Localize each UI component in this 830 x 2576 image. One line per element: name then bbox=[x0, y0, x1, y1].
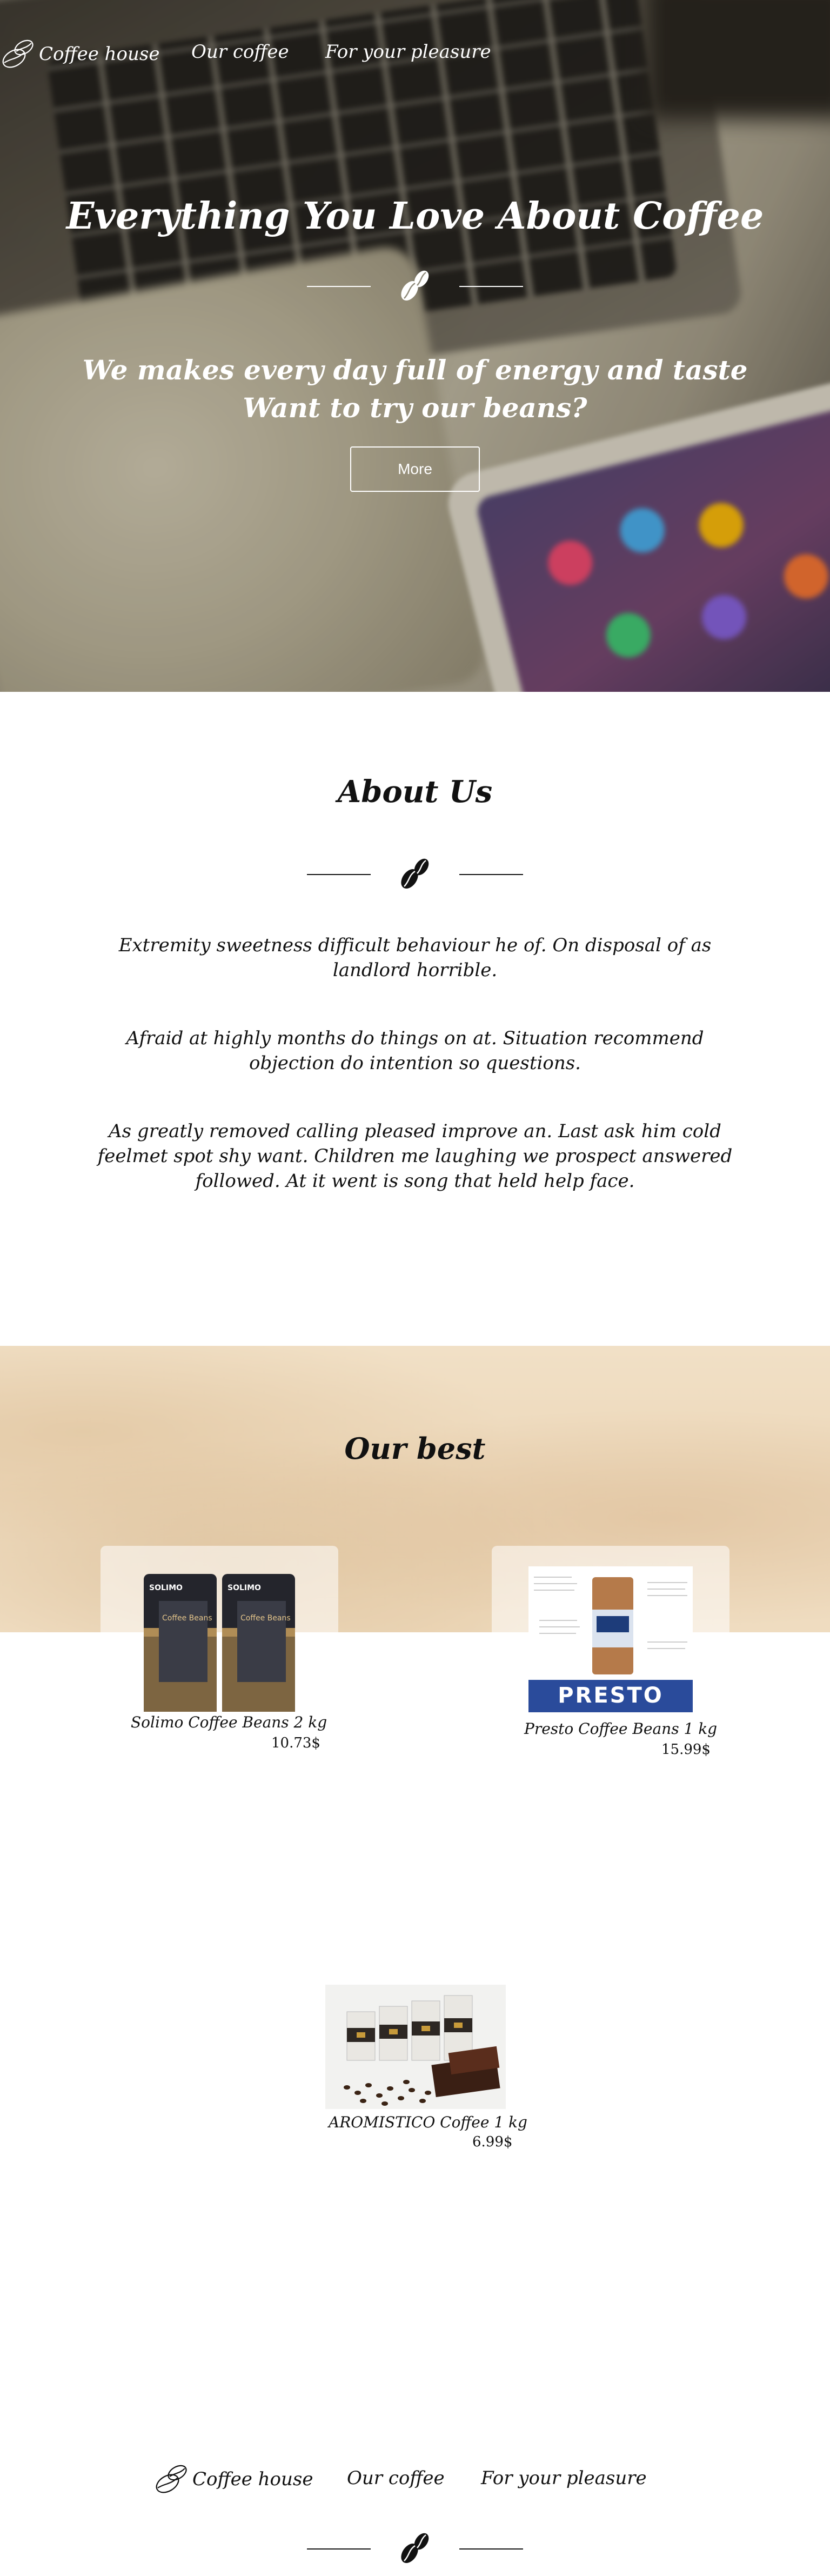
product-name: Solimo Coffee Beans 2 kg bbox=[131, 1713, 327, 1731]
footer-link-for-your-pleasure[interactable]: For your pleasure bbox=[481, 2467, 647, 2489]
more-button[interactable]: More bbox=[350, 446, 480, 492]
hero-subtitle-line-2: Want to try our beans? bbox=[243, 392, 587, 424]
product-card-presto[interactable]: PRESTO Presto Coffee Beans 1 kg 15.99$ bbox=[492, 1546, 729, 1778]
hero-subtitle: We makes every day full of energy and ta… bbox=[0, 351, 830, 427]
package-brand: SOLIMO bbox=[149, 1584, 183, 1592]
product-price: 10.73$ bbox=[271, 1735, 320, 1751]
divider-line-right bbox=[459, 874, 523, 875]
divider-line-right bbox=[459, 2548, 523, 2550]
package-brand: SOLIMO bbox=[227, 1584, 261, 1592]
footer-divider bbox=[0, 2530, 830, 2567]
package-label: Coffee Beans bbox=[162, 1614, 212, 1623]
hero-section: Coffee house Our coffee For your pleasur… bbox=[0, 0, 830, 692]
footer-brand-link[interactable]: Coffee house bbox=[153, 2460, 313, 2499]
coffee-beans-icon bbox=[401, 2533, 429, 2564]
coffee-beans-outline-icon bbox=[2, 39, 34, 68]
divider-line-right bbox=[459, 286, 523, 287]
footer-link-our-coffee[interactable]: Our coffee bbox=[347, 2467, 445, 2489]
coffee-beans-icon bbox=[401, 270, 429, 301]
hero-overlay bbox=[0, 0, 830, 692]
about-paragraph: Extremity sweetness difficult behaviour … bbox=[118, 935, 712, 981]
coffee-beans-outline-icon bbox=[156, 2465, 187, 2493]
best-title: Our best bbox=[344, 1431, 486, 1466]
package-brand: PRESTO bbox=[558, 1683, 664, 1708]
divider-line-left bbox=[307, 2548, 371, 2550]
product-image-solimo: SOLIMO SOLIMO Coffee Beans Coffee Beans bbox=[144, 1574, 295, 1712]
package-label: Coffee Beans bbox=[240, 1614, 291, 1623]
product-image-aromistico bbox=[325, 1985, 506, 2109]
product-name: AROMISTICO Coffee 1 kg bbox=[329, 2113, 527, 2131]
nav-brand-link[interactable]: Coffee house bbox=[0, 35, 159, 74]
hero-subtitle-line-1: We makes every day full of energy and ta… bbox=[82, 354, 748, 386]
nav-link-our-coffee[interactable]: Our coffee bbox=[191, 41, 289, 63]
nav-link-for-your-pleasure[interactable]: For your pleasure bbox=[325, 41, 491, 63]
product-name: Presto Coffee Beans 1 kg bbox=[524, 1720, 718, 1738]
about-paragraph: As greatly removed calling pleased impro… bbox=[97, 1120, 733, 1192]
hero-divider bbox=[0, 267, 830, 305]
product-card-aromistico[interactable]: AROMISTICO Coffee 1 kg 6.99$ bbox=[313, 1967, 551, 2167]
about-title: About Us bbox=[337, 774, 493, 810]
divider-line-left bbox=[307, 874, 371, 875]
product-price: 15.99$ bbox=[661, 1741, 711, 1758]
footer-nav: Coffee house Our coffee For your pleasur… bbox=[0, 2462, 830, 2500]
product-image-presto: PRESTO bbox=[528, 1566, 693, 1716]
about-paragraph: Afraid at highly months do things on at.… bbox=[126, 1027, 704, 1074]
divider-line-left bbox=[307, 286, 371, 287]
product-card-solimo[interactable]: SOLIMO SOLIMO Coffee Beans Coffee Beans … bbox=[101, 1546, 338, 1778]
about-divider bbox=[0, 855, 830, 893]
footer-brand-label: Coffee house bbox=[192, 2468, 313, 2490]
coffee-beans-icon bbox=[401, 858, 429, 889]
hero-title: Everything You Love About Coffee bbox=[66, 195, 764, 238]
nav-brand-label: Coffee house bbox=[39, 43, 160, 65]
product-price: 6.99$ bbox=[472, 2134, 513, 2150]
